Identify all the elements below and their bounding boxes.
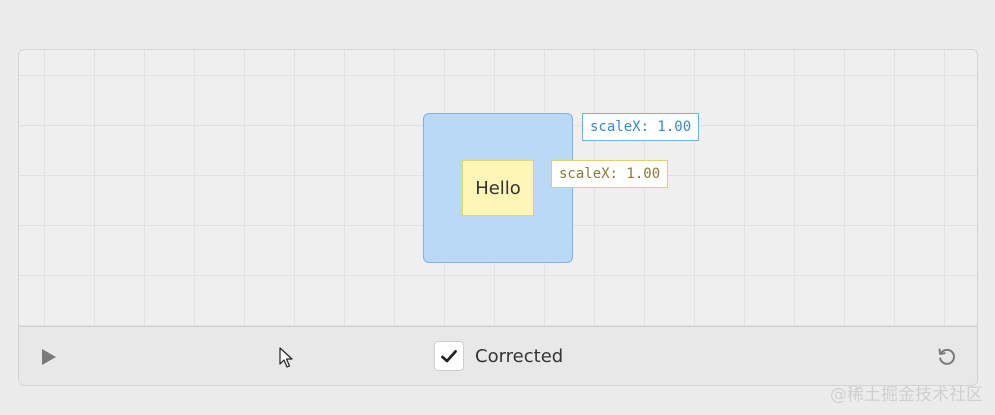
demo-panel: scaleX: 1.00 Hello scaleX: 1.00 Correcte… xyxy=(18,49,978,386)
reset-icon xyxy=(938,348,955,365)
child-box: Hello xyxy=(462,160,534,216)
demo-stage: scaleX: 1.00 Hello scaleX: 1.00 xyxy=(19,50,977,327)
child-text: Hello xyxy=(475,177,521,199)
mouse-cursor-icon xyxy=(279,347,293,368)
controls-bar: Corrected xyxy=(19,327,977,385)
watermark: @稀土掘金技术社区 xyxy=(830,385,983,405)
corrected-checkbox[interactable] xyxy=(434,341,464,371)
intro-text-clipped xyxy=(40,0,640,4)
corrected-toggle[interactable]: Corrected xyxy=(434,341,563,371)
checkmark-icon xyxy=(441,349,457,362)
play-button[interactable] xyxy=(38,346,60,368)
parent-scale-label: scaleX: 1.00 xyxy=(582,113,700,141)
reset-button[interactable] xyxy=(935,345,959,369)
play-icon xyxy=(42,349,56,365)
child-scale-label: scaleX: 1.00 xyxy=(551,160,669,188)
corrected-label: Corrected xyxy=(475,345,564,367)
